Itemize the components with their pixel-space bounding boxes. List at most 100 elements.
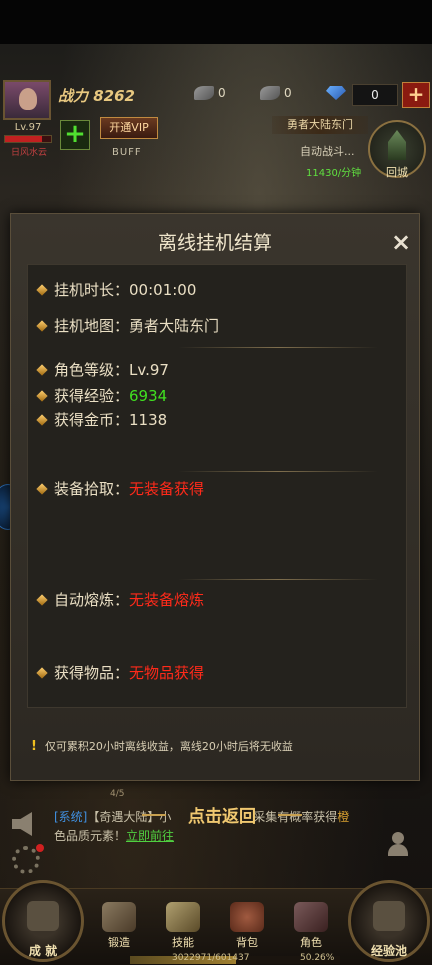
achievement-button[interactable]: 成 就 — [2, 880, 84, 962]
level-row: 角色等级： Lv.97 — [36, 359, 169, 380]
nav-forge-label: 锻造 — [108, 936, 130, 949]
settlement-panel: 挂机时长： 00:01:00 挂机地图： 勇者大陆东门 角色等级： Lv.97 … — [27, 264, 407, 708]
anvil-icon — [102, 902, 136, 932]
avatar-face — [19, 88, 37, 110]
items-value: 无物品获得 — [129, 664, 205, 682]
items-row: 获得物品： 无物品获得 — [36, 662, 205, 683]
friends-head — [392, 832, 404, 844]
divider — [178, 471, 378, 472]
warning-icon: ! — [31, 738, 37, 754]
diamond-bullet-icon — [36, 283, 48, 296]
map-row: 挂机地图： 勇者大陆东门 — [36, 315, 220, 336]
exp-rate: 11430/分钟 — [306, 168, 362, 179]
dialog-title: 离线挂机结算 — [157, 232, 272, 254]
exp-pool-button[interactable]: 经验池 — [348, 880, 430, 962]
gem-resource — [326, 86, 346, 100]
gold-label: 获得金币： — [54, 411, 130, 429]
nav-bag[interactable]: 背包 — [222, 898, 272, 952]
chat-text-3: 色品质元素！ — [54, 829, 127, 843]
chat-gold-text: 橙 — [337, 810, 350, 824]
combat-power: 战力 8262 — [58, 87, 135, 105]
click-return-button[interactable]: 点击返回 — [142, 802, 302, 827]
chat-system-tag: [系统] — [54, 810, 88, 824]
diamond-bullet-icon — [36, 413, 48, 426]
exp-progress-percent: 50.26% — [300, 953, 335, 963]
add-buff-button[interactable]: + — [60, 120, 90, 150]
offline-limit-text: 仅可累积20小时离线收益，离线20小时后将无收益 — [44, 740, 293, 753]
nav-role-label: 角色 — [300, 936, 322, 949]
smelt-row: 自动熔炼： 无装备熔炼 — [36, 589, 205, 610]
notification-dot — [36, 844, 44, 852]
smelt-value: 无装备熔炼 — [129, 591, 205, 609]
gear-icon[interactable] — [12, 844, 44, 874]
items-label: 获得物品： — [54, 664, 130, 682]
chat-page-indicator: 4/5 — [110, 789, 125, 799]
friends-icon[interactable] — [386, 830, 418, 860]
smelt-label: 自动熔炼： — [54, 591, 130, 609]
exp-value: 6934 — [129, 386, 168, 405]
diamond-bullet-icon — [36, 666, 48, 679]
exp-pool-icon — [373, 901, 405, 931]
offline-settlement-dialog: 离线挂机结算 × 挂机时长： 00:01:00 挂机地图： 勇者大陆东门 角色等… — [10, 213, 420, 781]
duration-value: 00:01:00 — [129, 280, 197, 299]
exp-pool-label: 经验池 — [370, 944, 407, 958]
speaker-icon[interactable] — [12, 812, 42, 836]
feather-count: 0 — [218, 86, 226, 100]
achievement-label: 成 就 — [28, 944, 58, 958]
diamond-icon — [326, 86, 346, 100]
bag-icon — [230, 902, 264, 932]
divider — [178, 579, 378, 580]
close-icon[interactable]: × — [387, 228, 415, 256]
player-hp-fill — [5, 136, 42, 142]
speaker-cone — [20, 812, 32, 836]
status-bar-area — [0, 0, 432, 44]
level-label: 角色等级： — [54, 361, 130, 379]
feather-icon — [194, 86, 214, 100]
diamond-bullet-icon — [36, 593, 48, 606]
player-level: Lv.97 — [14, 122, 42, 133]
back-to-city-label: 回城 — [386, 166, 408, 179]
map-value: 勇者大陆东门 — [129, 317, 220, 335]
open-vip-button[interactable]: 开通VIP — [100, 117, 158, 139]
book-icon — [166, 902, 200, 932]
diamond-bullet-icon — [36, 319, 48, 332]
current-map-name: 勇者大陆东门 — [272, 116, 368, 134]
duration-row: 挂机时长： 00:01:00 — [36, 279, 197, 300]
buff-label: BUFF — [112, 147, 142, 158]
gem-count: 0 — [352, 84, 398, 106]
recharge-plus-button[interactable]: + — [402, 82, 430, 108]
equip-value: 无装备获得 — [129, 480, 205, 498]
stone-resource: 0 — [260, 86, 292, 100]
exp-row: 获得经验： 6934 — [36, 385, 168, 406]
nav-bag-label: 背包 — [236, 936, 258, 949]
diamond-bullet-icon — [36, 389, 48, 402]
map-label: 挂机地图： — [54, 317, 130, 335]
exp-progress-text: 3022971/601437 — [172, 953, 250, 963]
level-value: Lv.97 — [129, 360, 169, 379]
nav-skill[interactable]: 技能 — [158, 898, 208, 952]
chat-goto-link[interactable]: 立即前往 — [126, 829, 174, 843]
nav-forge[interactable]: 锻造 — [94, 898, 144, 952]
stone-count: 0 — [284, 86, 292, 100]
castle-icon — [388, 130, 406, 160]
armor-icon — [294, 902, 328, 932]
exp-label: 获得经验： — [54, 387, 130, 405]
stone-icon — [260, 86, 280, 100]
diamond-bullet-icon — [36, 363, 48, 376]
equip-row: 装备拾取： 无装备获得 — [36, 478, 205, 499]
achievement-icon — [27, 901, 59, 931]
nav-skill-label: 技能 — [172, 936, 194, 949]
equip-label: 装备拾取： — [54, 480, 130, 498]
divider — [178, 347, 378, 348]
auto-fight-status[interactable]: 自动战斗... — [300, 143, 355, 159]
friends-body — [388, 844, 408, 856]
duration-label: 挂机时长： — [54, 281, 130, 299]
player-hp-bar — [4, 135, 52, 143]
player-avatar[interactable] — [3, 80, 51, 120]
feather-resource: 0 — [194, 86, 226, 100]
nav-role[interactable]: 角色 — [286, 898, 336, 952]
gold-value: 1138 — [129, 410, 168, 429]
back-to-city-button[interactable]: 回城 — [368, 120, 426, 179]
gold-row: 获得金币： 1138 — [36, 409, 168, 430]
player-guild: 日风水云 — [10, 148, 47, 158]
